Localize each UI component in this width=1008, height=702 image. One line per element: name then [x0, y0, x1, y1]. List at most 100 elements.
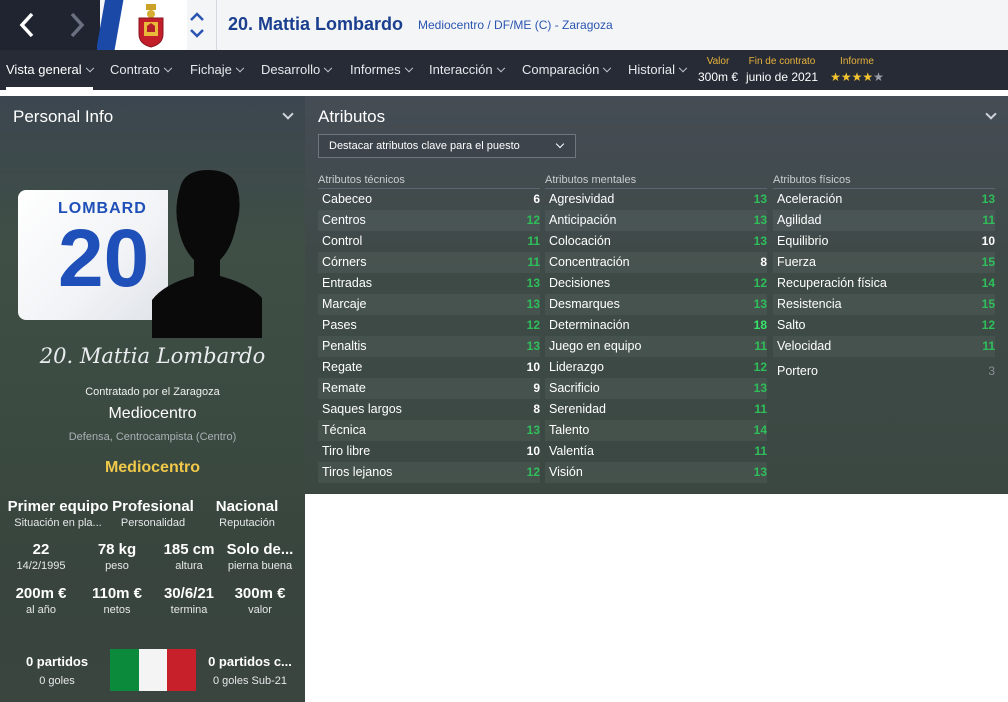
squad-status[interactable]: Primer equipo Situación en pla...: [6, 498, 110, 529]
international-caps[interactable]: 0 partidos 0 goles: [6, 654, 108, 687]
net-wage[interactable]: 110m € netos: [82, 585, 152, 616]
attribute-name: Entradas: [322, 276, 373, 290]
header-valor[interactable]: Valor 300m €: [696, 56, 740, 84]
attribute-row[interactable]: Centros 12: [318, 210, 540, 231]
value[interactable]: 300m € valor: [224, 585, 296, 616]
contract-expiry-label: termina: [170, 604, 208, 616]
reputation[interactable]: Nacional Reputación: [200, 498, 294, 529]
attribute-row[interactable]: Saques largos 8: [318, 399, 540, 420]
attribute-row[interactable]: Fuerza 15: [773, 252, 995, 273]
attribute-row[interactable]: Control 11: [318, 231, 540, 252]
attribute-name: Desmarques: [549, 297, 620, 311]
attribute-row[interactable]: Juego en equipo 11: [545, 336, 767, 357]
attribute-name: Aceleración: [777, 192, 843, 206]
chevron-down-icon: [496, 63, 505, 73]
header-contract-end[interactable]: Fin de contrato junio de 2021: [744, 56, 820, 84]
attribute-row[interactable]: Agilidad 11: [773, 210, 995, 231]
attributes-panel: Atributos Destacar atributos clave para …: [305, 96, 1008, 494]
attribute-row[interactable]: Concentración 8: [545, 252, 767, 273]
wage-label: al año: [26, 604, 56, 616]
panel-title: Personal Info: [13, 107, 114, 126]
attribute-row[interactable]: Colocación 13: [545, 231, 767, 252]
attribute-name: Regate: [322, 360, 363, 374]
forward-button[interactable]: [54, 0, 100, 50]
italy-flag-icon[interactable]: [110, 649, 197, 691]
attribute-value: 8: [760, 255, 767, 269]
attribute-row[interactable]: Desmarques 13: [545, 294, 767, 315]
attribute-value: 13: [753, 213, 767, 227]
personality[interactable]: Profesional Personalidad: [106, 498, 200, 529]
contracted-by[interactable]: Contratado por el Zaragoza: [0, 386, 305, 398]
attribute-row[interactable]: Velocidad 11: [773, 336, 995, 357]
menu-label: Interacción: [429, 62, 493, 77]
attribute-value: 14: [753, 423, 767, 437]
menu-desarrollo[interactable]: Desarrollo: [261, 50, 333, 90]
attribute-row[interactable]: Aceleración 13: [773, 189, 995, 210]
height-label: altura: [175, 560, 203, 572]
attribute-row[interactable]: Pases 12: [318, 315, 540, 336]
attribute-name: Determinación: [549, 318, 630, 332]
attribute-name: Córners: [322, 255, 367, 269]
attribute-name: Talento: [549, 423, 590, 437]
attribute-row[interactable]: Valentía 11: [545, 441, 767, 462]
menu-label: Fichaje: [190, 62, 232, 77]
attribute-name: Saques largos: [322, 402, 402, 416]
attribute-name: Velocidad: [777, 339, 832, 353]
attribute-row[interactable]: Entradas 13: [318, 273, 540, 294]
attribute-row[interactable]: Visión 13: [545, 462, 767, 483]
attribute-row[interactable]: Tiro libre 10: [318, 441, 540, 462]
age: 22 14/2/1995: [6, 541, 76, 572]
menu-historial[interactable]: Historial: [628, 50, 688, 90]
dropdown-label: Destacar atributos clave para el puesto: [329, 140, 520, 152]
header-report[interactable]: Informe ★★★★★: [826, 56, 888, 84]
contract-expiry[interactable]: 30/6/21 termina: [154, 585, 224, 616]
attribute-row[interactable]: Agresividad 13: [545, 189, 767, 210]
player-position-club[interactable]: Mediocentro / DF/ME (C) - Zaragoza: [418, 18, 613, 32]
best-role[interactable]: Mediocentro: [0, 459, 305, 477]
attribute-row[interactable]: Anticipación 13: [545, 210, 767, 231]
attribute-row[interactable]: Tiros lejanos 12: [318, 462, 540, 483]
column-heading: Atributos técnicos: [318, 174, 540, 189]
star-empty-icon: ★: [873, 70, 884, 84]
chevron-down-icon[interactable]: [282, 108, 294, 120]
attribute-row[interactable]: Sacrificio 13: [545, 378, 767, 399]
menu-informes[interactable]: Informes: [350, 50, 413, 90]
back-button[interactable]: [0, 0, 54, 50]
attribute-row[interactable]: Serenidad 11: [545, 399, 767, 420]
attribute-name: Técnica: [322, 423, 366, 437]
youth-caps[interactable]: 0 partidos c... 0 goles Sub-21: [200, 654, 300, 687]
menu-vista-general[interactable]: Vista general: [6, 50, 94, 90]
player-name: 20. Mattia Lombardo: [228, 14, 404, 34]
attribute-value: 12: [526, 318, 540, 332]
attribute-row[interactable]: Recuperación física 14: [773, 273, 995, 294]
chevron-down-icon[interactable]: [985, 108, 997, 120]
menu-contrato[interactable]: Contrato: [110, 50, 173, 90]
attribute-row[interactable]: Marcaje 13: [318, 294, 540, 315]
attribute-row[interactable]: Regate 10: [318, 357, 540, 378]
highlight-attributes-dropdown[interactable]: Destacar atributos clave para el puesto: [318, 134, 576, 158]
attribute-row[interactable]: Talento 14: [545, 420, 767, 441]
menu-comparacion[interactable]: Comparación: [522, 50, 612, 90]
net-wage-label: netos: [103, 604, 131, 616]
attribute-name: Marcaje: [322, 297, 367, 311]
attribute-row[interactable]: Resistencia 15: [773, 294, 995, 315]
attribute-value: 8: [533, 402, 540, 416]
attribute-row[interactable]: Cabeceo 6: [318, 189, 540, 210]
attribute-row[interactable]: Penaltis 13: [318, 336, 540, 357]
menu-interaccion[interactable]: Interacción: [429, 50, 505, 90]
menu-fichaje[interactable]: Fichaje: [190, 50, 245, 90]
club-crest-icon[interactable]: [136, 2, 166, 48]
wage[interactable]: 200m € al año: [6, 585, 76, 616]
attribute-row[interactable]: Técnica 13: [318, 420, 540, 441]
attribute-row[interactable]: Equilibrio 10: [773, 231, 995, 252]
attribute-row[interactable]: Salto 12: [773, 315, 995, 336]
attribute-row[interactable]: Remate 9: [318, 378, 540, 399]
attribute-row[interactable]: Decisiones 12: [545, 273, 767, 294]
attribute-name: Equilibrio: [777, 234, 829, 248]
player-switch-icon[interactable]: [186, 10, 208, 40]
attribute-row-portero[interactable]: Portero 3: [773, 361, 995, 382]
attribute-row[interactable]: Liderazgo 12: [545, 357, 767, 378]
attribute-name: Recuperación física: [777, 276, 887, 290]
attribute-row[interactable]: Córners 11: [318, 252, 540, 273]
attribute-row[interactable]: Determinación 18: [545, 315, 767, 336]
